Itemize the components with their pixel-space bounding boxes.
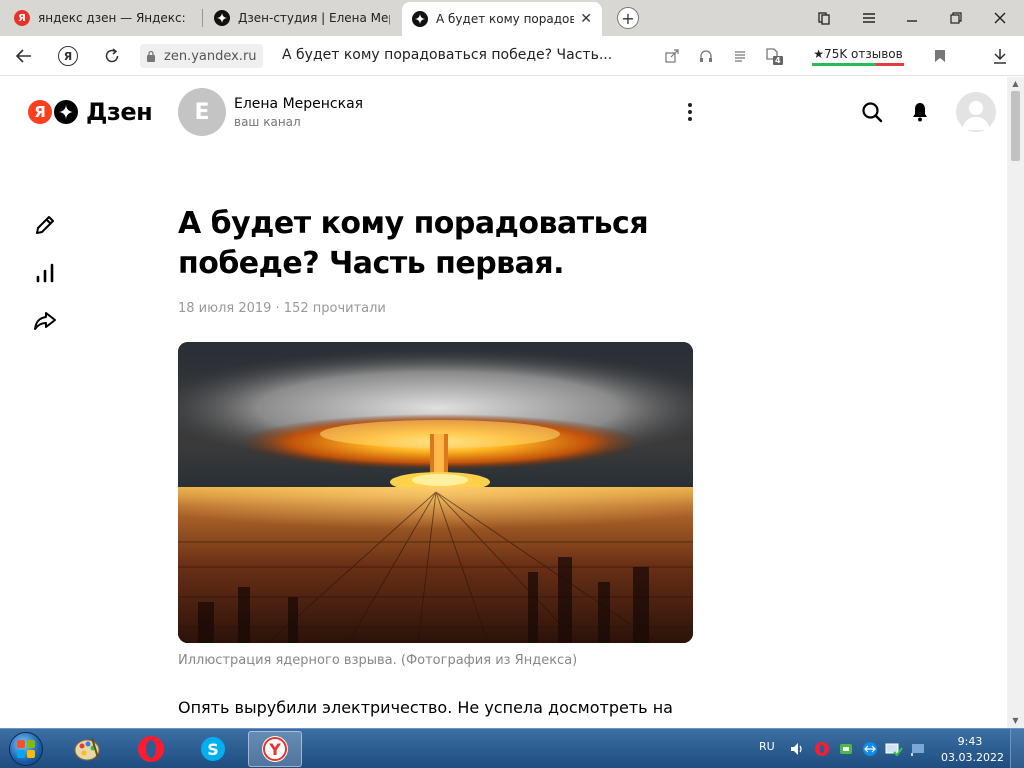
yandex-browser-icon: Y	[262, 736, 288, 762]
article-title: А будет кому порадоваться победе? Часть …	[178, 206, 649, 281]
url-page-title[interactable]: А будет кому порадоваться победе? Часть.…	[282, 47, 612, 63]
svg-text:Y: Y	[268, 740, 281, 759]
flag-notification-icon[interactable]	[910, 741, 926, 757]
arrow-left-icon	[16, 49, 31, 63]
article-body-paragraph: Опять вырубили электричество. Не успела …	[178, 698, 673, 717]
tab-label: Дзен-студия | Елена Мерен	[238, 11, 390, 25]
menu-icon[interactable]	[857, 6, 881, 30]
volume-icon[interactable]	[789, 741, 805, 757]
restore-icon[interactable]	[944, 6, 968, 30]
url-domain-text: zen.yandex.ru	[164, 48, 257, 64]
opera-tray-icon[interactable]	[814, 741, 830, 757]
clock-date[interactable]: 03.03.2022	[941, 751, 1004, 764]
teamviewer-icon[interactable]	[862, 741, 878, 757]
zen-logo-text: Дзен	[86, 98, 153, 126]
yandex-icon: Я	[58, 46, 78, 66]
bookmarks-panel-icon[interactable]	[812, 6, 836, 30]
show-desktop-button[interactable]	[1010, 729, 1024, 768]
browser-tab-bar: Я яндекс дзен — Яндекс: на Дзен-студия |…	[0, 0, 1024, 36]
zen-star-icon	[54, 100, 78, 124]
article-hero-image[interactable]	[178, 342, 693, 643]
taskbar-paint-app[interactable]	[60, 731, 114, 767]
user-avatar[interactable]	[956, 92, 996, 132]
tab-article[interactable]: А будет кому порадовать ✕	[402, 2, 602, 36]
article-meta: 18 июля 2019 · 152 прочитали	[178, 301, 386, 316]
edit-icon[interactable]	[32, 212, 58, 238]
taskbar-yandex-browser-app[interactable]: Y	[248, 731, 302, 767]
protect-icon[interactable]: 4	[762, 46, 784, 66]
yandex-icon: Я	[14, 10, 30, 26]
channel-name[interactable]: Елена Меренская	[234, 96, 363, 112]
tabs-count-badge: 4	[775, 56, 781, 65]
svg-text:S: S	[207, 740, 219, 759]
headphones-icon[interactable]	[696, 46, 716, 66]
url-domain[interactable]: zen.yandex.ru	[140, 44, 263, 68]
search-icon[interactable]	[860, 100, 884, 124]
channel-avatar[interactable]: Е	[178, 88, 226, 136]
scroll-down-icon[interactable]: ▼	[1011, 716, 1020, 726]
new-tab-button[interactable]: +	[617, 7, 639, 29]
tab-yandex-search[interactable]: Я яндекс дзен — Яндекс: на	[4, 2, 200, 34]
tab-zen-studio[interactable]: Дзен-студия | Елена Мерен	[204, 2, 400, 34]
reviews-badge[interactable]: ★75K отзывов	[812, 44, 904, 66]
tab-label: яндекс дзен — Яндекс: на	[38, 11, 190, 25]
lock-icon	[147, 50, 155, 62]
scroll-up-icon[interactable]: ▲	[1011, 79, 1020, 89]
address-bar: Я zen.yandex.ru А будет кому порадоватьс…	[0, 36, 1024, 76]
bookmark-icon[interactable]	[930, 46, 950, 66]
keyboard-language[interactable]: RU	[759, 740, 775, 753]
page-scrollbar[interactable]: ▲ ▼	[1007, 77, 1024, 728]
network-icon[interactable]	[885, 741, 903, 757]
image-caption: Иллюстрация ядерного взрыва. (Фотография…	[178, 653, 578, 668]
reload-button[interactable]	[100, 44, 124, 68]
yandex-logo-icon: Я	[28, 100, 52, 124]
bell-icon[interactable]	[908, 100, 932, 124]
close-window-icon[interactable]	[988, 6, 1012, 30]
zen-icon	[412, 11, 428, 27]
green-app-tray-icon[interactable]	[838, 741, 854, 757]
share-link-icon[interactable]	[662, 46, 682, 66]
plus-icon: +	[621, 8, 635, 28]
windows-logo-icon	[9, 732, 43, 766]
scroll-thumb[interactable]	[1011, 91, 1020, 161]
tab-divider	[202, 9, 203, 27]
channel-subtitle: ваш канал	[234, 115, 301, 129]
more-options-icon[interactable]	[680, 100, 700, 124]
yandex-home-button[interactable]: Я	[56, 44, 80, 68]
close-tab-icon[interactable]: ✕	[574, 11, 592, 27]
share-icon[interactable]	[32, 308, 58, 334]
taskbar-opera-app[interactable]	[124, 731, 178, 767]
reader-mode-icon[interactable]	[730, 46, 750, 66]
windows-taskbar: S Y RU 9:43 03.03.2022	[0, 728, 1024, 768]
zen-icon	[214, 10, 230, 26]
start-button[interactable]	[6, 730, 46, 768]
tab-label: А будет кому порадовать	[436, 12, 574, 26]
back-button[interactable]	[12, 44, 36, 68]
opera-icon	[138, 736, 164, 762]
paint-palette-icon	[74, 737, 100, 761]
reload-icon	[105, 48, 119, 63]
taskbar-skype-app[interactable]: S	[186, 731, 240, 767]
download-icon[interactable]	[990, 46, 1010, 66]
stats-icon[interactable]	[32, 260, 58, 286]
skype-icon: S	[201, 737, 225, 761]
clock-time[interactable]: 9:43	[950, 735, 990, 748]
zen-logo[interactable]: Я Дзен	[28, 98, 153, 126]
minimize-icon[interactable]	[900, 6, 924, 30]
